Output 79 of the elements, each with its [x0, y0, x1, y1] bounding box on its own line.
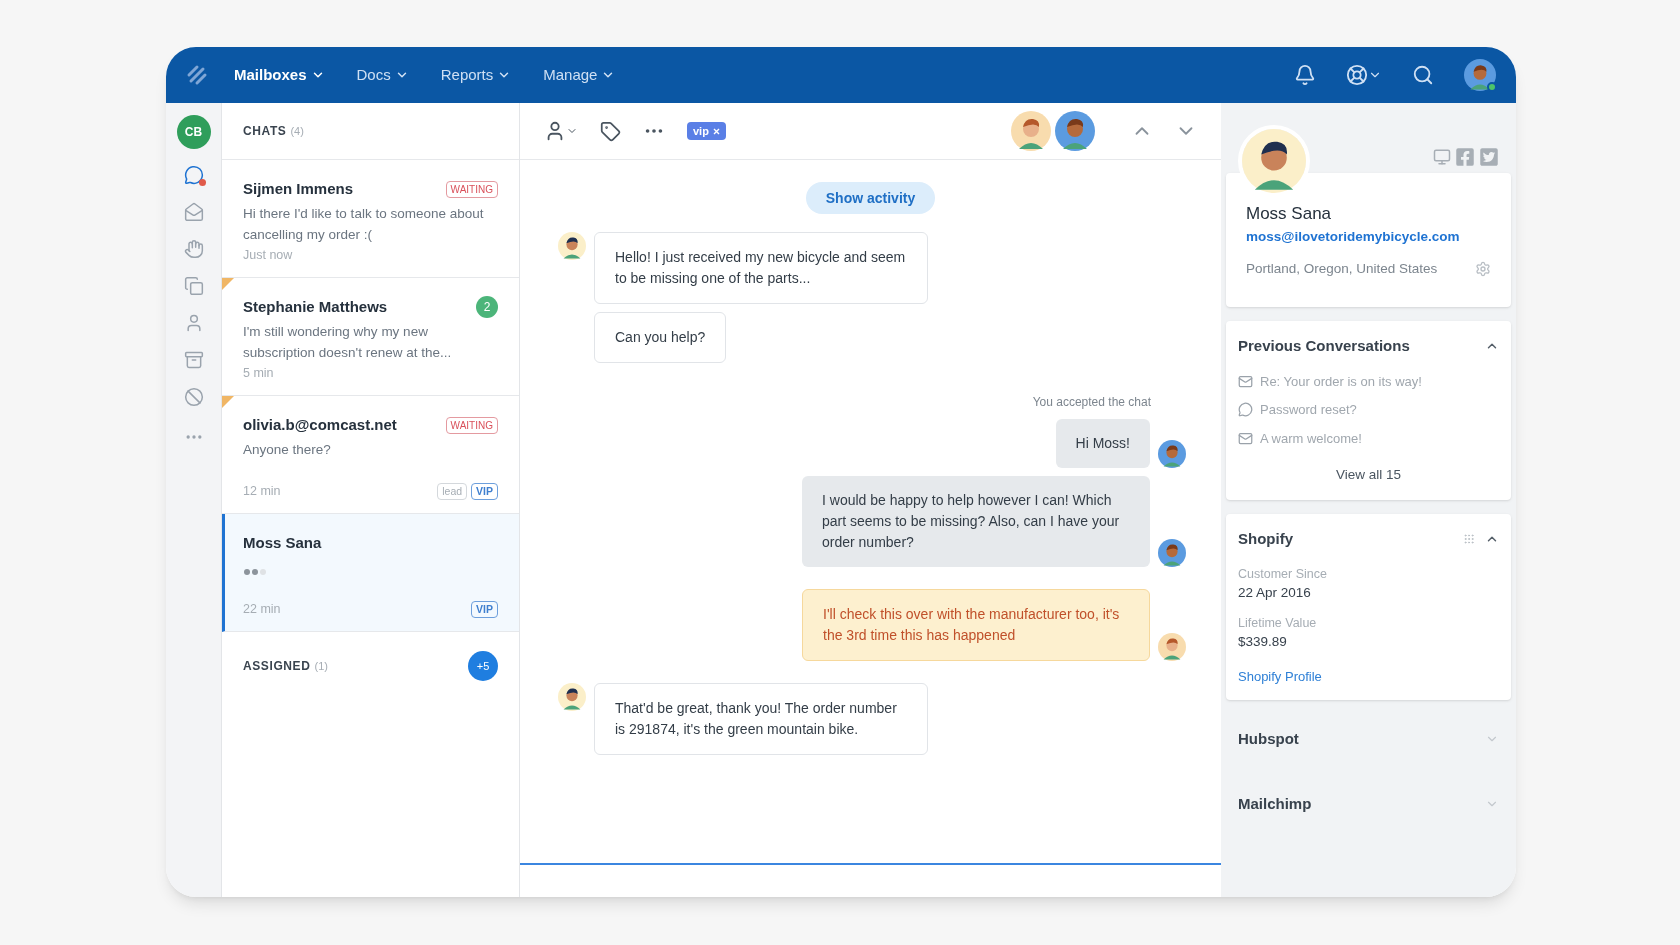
- section-title: Mailchimp: [1238, 793, 1312, 814]
- envelope-icon: [1238, 430, 1253, 446]
- assigned-count-badge[interactable]: +5: [468, 651, 498, 681]
- facebook-icon[interactable]: [1455, 147, 1475, 167]
- contact-name: Sijmen Immens: [243, 178, 354, 199]
- customer-message: That'd be great, thank you! The order number is 291874, it's the green mountain bike.: [594, 683, 928, 755]
- customer-name: Moss Sana: [1246, 203, 1333, 225]
- customer-message: Hello! I just received my new bicycle and seem to be missing one of the parts...: [594, 232, 928, 304]
- contact-name: Moss Sana: [243, 532, 322, 553]
- twitter-icon[interactable]: [1479, 147, 1499, 167]
- help-menu[interactable]: [1346, 64, 1382, 86]
- rail-item[interactable]: [182, 164, 205, 186]
- chat-item[interactable]: olivia.b@comcast.net WAITING Anyone there? 12 min lead VIP: [222, 396, 519, 514]
- search-icon[interactable]: [1412, 64, 1434, 86]
- remove-tag-icon[interactable]: [712, 127, 720, 135]
- email-link[interactable]: moss@ilovetoridemybicycle.com: [1246, 226, 1491, 247]
- flag-corner: [222, 396, 234, 408]
- message-preview: Anyone there?: [243, 441, 332, 459]
- settings-icon[interactable]: [1475, 260, 1491, 277]
- field-label: Lifetime Value: [1238, 614, 1318, 632]
- status-label: WAITING: [445, 416, 498, 434]
- customer-avatar: [1242, 129, 1306, 193]
- agent-message: I would be happy to help however I can! Which part seems to be missing? Also, can I have your order number?: [802, 476, 1150, 567]
- location-text: Portland, Oregon, United States: [1246, 259, 1438, 278]
- flag-corner: [222, 278, 234, 290]
- nav-menu[interactable]: Reports: [440, 63, 512, 87]
- tag-icon[interactable]: [600, 120, 621, 142]
- participant-avatar: [1011, 111, 1051, 151]
- field-label: Customer Since: [1238, 565, 1328, 583]
- tag-label: VIP: [471, 601, 498, 619]
- user-initials[interactable]: CB: [176, 115, 211, 149]
- unread-count: 2: [476, 296, 498, 318]
- field-value: 22 Apr 2016: [1238, 584, 1312, 603]
- logo-icon[interactable]: [186, 64, 208, 86]
- monitor-icon[interactable]: [1433, 148, 1451, 166]
- field-value: $339.89: [1238, 633, 1288, 652]
- message-preview: I'm still wondering why my new subscription doesn't renew at the...: [243, 323, 453, 362]
- time-label: Just now: [243, 247, 293, 265]
- status-label: WAITING: [445, 180, 498, 198]
- time-label: 22 min: [243, 601, 281, 619]
- time-label: 12 min: [243, 483, 281, 501]
- chat-item[interactable]: Stephanie Matthews 2 I'm still wondering why my new subscription doesn't renew at the... 5 min: [222, 278, 519, 396]
- message-preview: Hi there I'd like to talk to someone about cancelling my order :(: [243, 205, 485, 244]
- tag-label: lead: [437, 483, 468, 501]
- profile-link[interactable]: Shopify Profile: [1238, 666, 1499, 686]
- rail-item[interactable]: [182, 238, 205, 260]
- contact-name: Stephanie Matthews: [243, 296, 388, 317]
- note-message: I'll check this over with the manufacturer too, it's the 3rd time this has happened: [802, 589, 1150, 661]
- view-all-link[interactable]: View all 15: [1335, 467, 1401, 482]
- vip-tag[interactable]: vip: [687, 121, 726, 141]
- section-title: Hubspot: [1238, 729, 1299, 749]
- avatar-image: [1464, 59, 1496, 91]
- participant-avatar: [1055, 111, 1095, 151]
- tag-label: VIP: [471, 483, 498, 501]
- bell-icon[interactable]: [1294, 64, 1316, 86]
- time-label: 5 min: [243, 365, 274, 383]
- rail-item[interactable]: [182, 349, 205, 371]
- section-title: Previous Conversations: [1238, 336, 1410, 356]
- chat-item[interactable]: Moss Sana 22 min VIP: [222, 514, 519, 632]
- list-heading: CHATS: [243, 123, 287, 140]
- nav-menu[interactable]: Mailboxes: [234, 63, 325, 87]
- rail-item[interactable]: [182, 201, 205, 223]
- drag-handle-icon[interactable]: [1463, 533, 1475, 546]
- nav-menu[interactable]: Manage: [543, 63, 616, 87]
- list-count: (4): [290, 123, 304, 139]
- customer-message: Can you help?: [594, 312, 727, 363]
- list-count: (1): [314, 658, 328, 674]
- section-title: Shopify: [1238, 529, 1293, 549]
- rail-item[interactable]: [182, 386, 205, 408]
- user-avatar[interactable]: [1464, 59, 1496, 91]
- show-activity-button[interactable]: Show activity: [805, 182, 936, 214]
- event-text: You accepted the chat: [1032, 394, 1151, 411]
- nav-menu[interactable]: Docs: [356, 63, 409, 87]
- agent-message: Hi Moss!: [1055, 419, 1150, 468]
- envelope-icon: [1238, 373, 1253, 389]
- rail-item[interactable]: [182, 275, 205, 297]
- list-heading: ASSIGNED: [243, 658, 311, 675]
- contact-name: olivia.b@comcast.net: [243, 414, 397, 435]
- chat-bubble-icon: [1238, 402, 1253, 418]
